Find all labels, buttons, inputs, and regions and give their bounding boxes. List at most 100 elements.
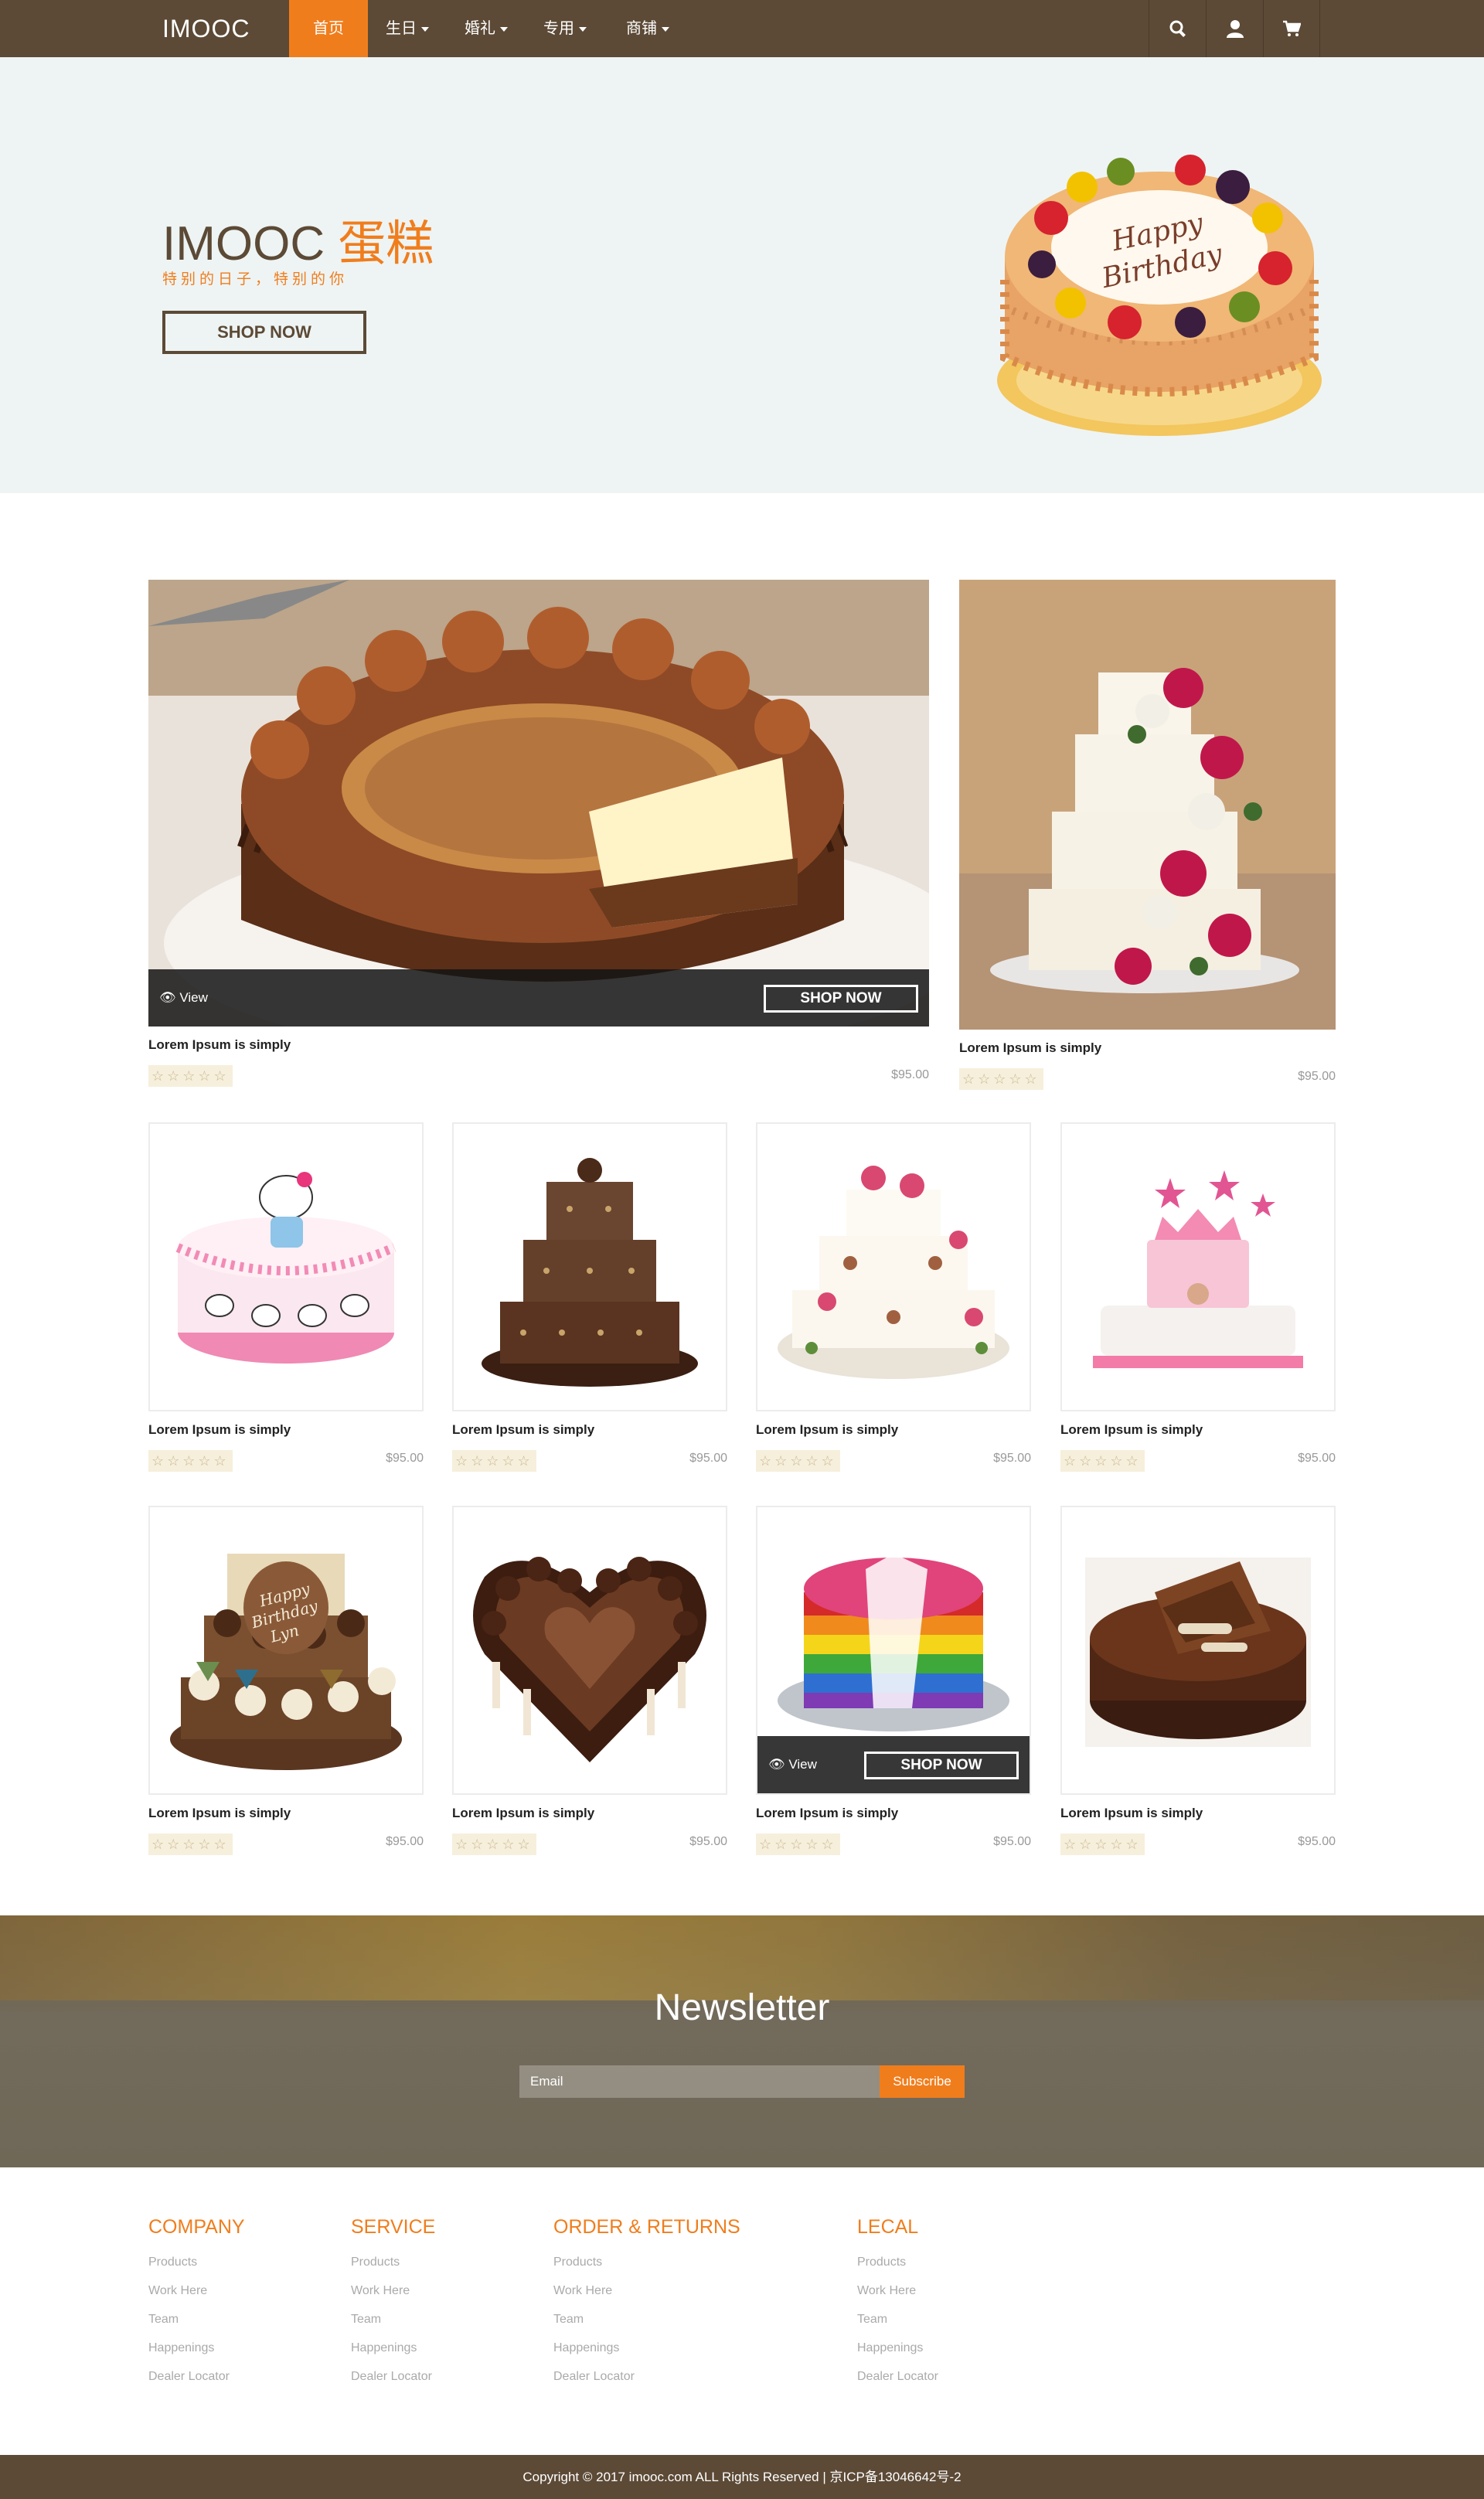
cart-button[interactable]: [1263, 0, 1320, 57]
star-rating: ☆☆☆☆☆: [1060, 1450, 1145, 1472]
overlay-shop-now-button[interactable]: SHOP NOW: [864, 1752, 1019, 1779]
footer-link[interactable]: Dealer Locator: [553, 2362, 740, 2391]
product-name[interactable]: Lorem Ipsum is simply: [1060, 1806, 1203, 1821]
footer-link[interactable]: Dealer Locator: [857, 2362, 938, 2391]
product-card[interactable]: [1060, 1506, 1336, 1795]
email-input[interactable]: Email: [519, 2065, 880, 2098]
product-name[interactable]: Lorem Ipsum is simply: [452, 1806, 594, 1821]
product-card[interactable]: [452, 1506, 727, 1795]
footer-link[interactable]: Team: [857, 2305, 938, 2334]
footer-link[interactable]: Team: [553, 2305, 740, 2334]
footer-heading: ORDER & RETURNS: [553, 2216, 740, 2238]
footer-link[interactable]: Happenings: [553, 2334, 740, 2362]
newsletter-section: Newsletter Email Subscribe: [0, 1915, 1484, 2167]
star-rating: ☆☆☆☆☆: [1060, 1833, 1145, 1855]
overlay-shop-now-button[interactable]: SHOP NOW: [764, 985, 918, 1013]
footer-link[interactable]: Team: [351, 2305, 435, 2334]
brand-logo[interactable]: IMOOC: [162, 0, 250, 57]
hello-kitty-cake-image: [175, 1172, 397, 1364]
product-overlay: 👁 View SHOP NOW: [757, 1736, 1030, 1793]
user-button[interactable]: [1206, 0, 1263, 57]
product-name[interactable]: Lorem Ipsum is simply: [452, 1422, 594, 1438]
nav-item-home[interactable]: 首页: [289, 0, 368, 57]
product-card[interactable]: [452, 1122, 727, 1411]
product-card-featured-2[interactable]: [959, 580, 1336, 1030]
footer-link[interactable]: Happenings: [351, 2334, 435, 2362]
eye-icon: 👁: [159, 990, 176, 1005]
footer-link[interactable]: Work Here: [148, 2276, 245, 2305]
caret-down-icon: [500, 26, 508, 32]
product-price: $95.00: [891, 1068, 929, 1081]
product-price: $95.00: [386, 1835, 424, 1848]
footer-link[interactable]: Products: [351, 2248, 435, 2276]
nav-item-wedding[interactable]: 婚礼: [447, 0, 526, 57]
product-card[interactable]: 👁 View SHOP NOW: [756, 1506, 1031, 1795]
product-card[interactable]: [1060, 1122, 1336, 1411]
product-price: $95.00: [386, 1452, 424, 1465]
hero-title: IMOOC 蛋糕: [162, 204, 434, 274]
footer-link[interactable]: Products: [553, 2248, 740, 2276]
footer-heading: LECAL: [857, 2216, 919, 2238]
footer-heading: SERVICE: [351, 2216, 436, 2238]
chocolate-tier-cake-image: [482, 1158, 698, 1387]
footer-link[interactable]: Happenings: [148, 2334, 245, 2362]
product-name[interactable]: Lorem Ipsum is simply: [148, 1422, 291, 1438]
nav-item-birthday[interactable]: 生日: [368, 0, 447, 57]
wedding-flower-cake-image: [959, 580, 1336, 1030]
star-rating: ☆☆☆☆☆: [452, 1450, 536, 1472]
subscribe-button[interactable]: Subscribe: [880, 2065, 965, 2098]
star-rating: ☆☆☆☆☆: [756, 1833, 840, 1855]
hero-title-accent: 蛋糕: [338, 217, 434, 271]
birthday-cupcake-tower-image: Happy Birthday Lyn: [170, 1554, 402, 1770]
footer-link[interactable]: Dealer Locator: [351, 2362, 435, 2391]
footer-link[interactable]: Work Here: [857, 2276, 938, 2305]
product-name[interactable]: Lorem Ipsum is simply: [756, 1422, 898, 1438]
product-card-featured-1[interactable]: 👁 View SHOP NOW: [148, 580, 929, 1026]
product-card[interactable]: Happy Birthday Lyn: [148, 1506, 424, 1795]
star-rating: ☆☆☆☆☆: [148, 1833, 233, 1855]
product-name[interactable]: Lorem Ipsum is simply: [148, 1037, 291, 1053]
nav-item-special[interactable]: 专用: [526, 0, 604, 57]
footer-column-service: SERVICE Products Work Here Team Happenin…: [351, 2214, 435, 2391]
star-rating: ☆☆☆☆☆: [148, 1450, 233, 1472]
hero-banner: IMOOC 蛋糕 特别的日子，特别的你 SHOP NOW Happy Birth…: [0, 57, 1484, 493]
floral-tier-cake-image: [778, 1166, 1009, 1379]
footer-link[interactable]: Happenings: [857, 2334, 938, 2362]
heart-chocolate-cake-image: [473, 1557, 706, 1762]
product-name[interactable]: Lorem Ipsum is simply: [148, 1806, 291, 1821]
view-label: View: [788, 1757, 817, 1772]
nav-item-label: 生日: [386, 20, 417, 37]
footer-link[interactable]: Work Here: [351, 2276, 435, 2305]
product-price: $95.00: [689, 1835, 727, 1848]
product-card[interactable]: [148, 1122, 424, 1411]
footer-link[interactable]: Team: [148, 2305, 245, 2334]
nav-item-label: 专用: [543, 20, 574, 37]
user-icon: [1226, 20, 1244, 38]
product-name[interactable]: Lorem Ipsum is simply: [1060, 1422, 1203, 1438]
footer-heading: COMPANY: [148, 2216, 245, 2238]
view-label: View: [179, 990, 208, 1005]
search-button[interactable]: [1149, 0, 1206, 57]
search-icon: [1169, 20, 1186, 37]
nav-item-shop[interactable]: 商铺: [604, 0, 691, 57]
footer-link[interactable]: Products: [148, 2248, 245, 2276]
product-card[interactable]: [756, 1122, 1031, 1411]
footer-link[interactable]: Products: [857, 2248, 938, 2276]
caret-down-icon: [421, 26, 429, 32]
nav-item-label: 首页: [313, 20, 344, 37]
copyright-bar: Copyright © 2017 imooc.com ALL Rights Re…: [0, 2455, 1484, 2499]
chocolate-nut-cake-image: [148, 580, 929, 1026]
cart-icon: [1283, 20, 1301, 36]
view-link[interactable]: 👁 View: [768, 1736, 817, 1793]
view-link[interactable]: 👁 View: [159, 969, 208, 1026]
footer-link[interactable]: Dealer Locator: [148, 2362, 245, 2391]
eye-icon: 👁: [768, 1757, 785, 1772]
product-name[interactable]: Lorem Ipsum is simply: [959, 1040, 1101, 1056]
product-name[interactable]: Lorem Ipsum is simply: [756, 1806, 898, 1821]
product-price: $95.00: [993, 1452, 1031, 1465]
footer-column-legal: LECAL Products Work Here Team Happenings…: [857, 2214, 938, 2391]
hero-shop-now-button[interactable]: SHOP NOW: [162, 311, 366, 354]
star-rating: ☆☆☆☆☆: [148, 1065, 233, 1087]
footer-link[interactable]: Work Here: [553, 2276, 740, 2305]
star-rating: ☆☆☆☆☆: [756, 1450, 840, 1472]
